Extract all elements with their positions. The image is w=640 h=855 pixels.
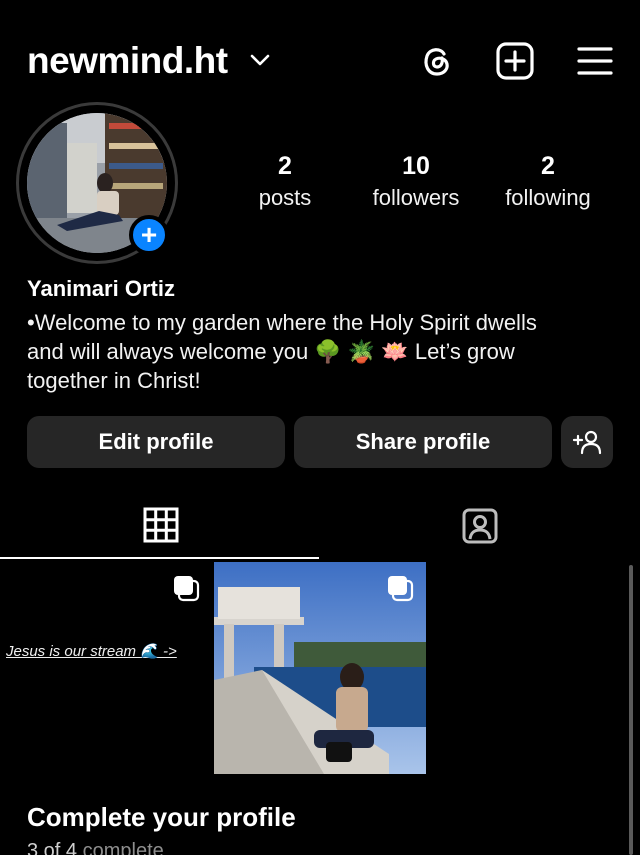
- create-post-icon[interactable]: [494, 40, 536, 82]
- followers-count: 10: [402, 152, 430, 180]
- post-tile[interactable]: [214, 562, 426, 774]
- threads-icon[interactable]: [416, 40, 458, 82]
- complete-profile-title: Complete your profile: [27, 802, 296, 832]
- menu-icon[interactable]: [574, 40, 616, 82]
- add-person-button[interactable]: [561, 416, 613, 468]
- edit-profile-button[interactable]: Edit profile: [27, 416, 285, 468]
- bio: •Welcome to my garden where the Holy Spi…: [27, 308, 617, 395]
- bio-line: together in Christ!: [27, 368, 201, 393]
- tagged-icon[interactable]: [461, 507, 499, 545]
- bio-line: •Welcome to my garden where the Holy Spi…: [27, 310, 537, 335]
- posts-count: 2: [278, 152, 292, 180]
- multiple-photos-icon: [388, 576, 414, 602]
- add-person-icon: [572, 430, 602, 455]
- scrollbar[interactable]: [629, 565, 633, 855]
- progress-count: 3 of 4: [27, 840, 78, 855]
- following-label: following: [505, 185, 591, 210]
- post-caption: Jesus is our stream 🌊 ->: [6, 643, 177, 660]
- stat-followers[interactable]: 10 followers: [346, 152, 486, 211]
- plus-icon: +: [140, 219, 158, 250]
- username-title[interactable]: newmind.ht: [27, 40, 228, 82]
- posts-label: posts: [258, 185, 312, 210]
- stat-following[interactable]: 2 following: [478, 152, 618, 211]
- following-count: 2: [541, 152, 555, 180]
- complete-profile-progress: 3 of 4 complete: [27, 840, 164, 855]
- bio-line: and will always welcome you 🌳 🪴 🪷 Let’s …: [27, 339, 515, 364]
- grid-icon[interactable]: [143, 507, 179, 543]
- followers-label: followers: [372, 185, 460, 210]
- active-tab-indicator: [0, 557, 319, 559]
- content-tabs: [0, 492, 640, 560]
- multiple-photos-icon: [174, 576, 200, 602]
- add-story-button[interactable]: +: [129, 215, 169, 255]
- post-tile[interactable]: Jesus is our stream 🌊 ->: [0, 562, 212, 774]
- share-profile-button[interactable]: Share profile: [294, 416, 552, 468]
- stat-posts[interactable]: 2 posts: [215, 152, 355, 211]
- progress-suffix: complete: [82, 840, 164, 855]
- chevron-down-icon[interactable]: [249, 52, 271, 68]
- full-name: Yanimari Ortiz: [27, 276, 175, 301]
